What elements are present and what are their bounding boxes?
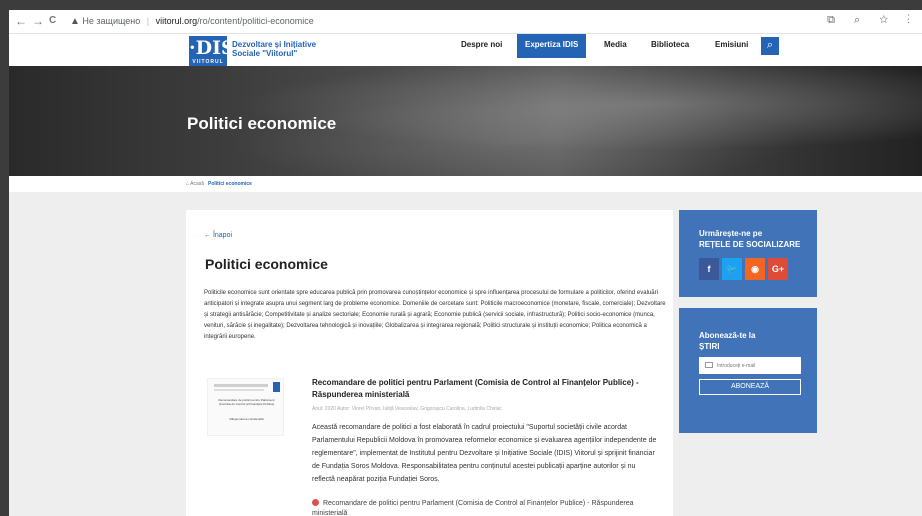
pdf-icon bbox=[312, 499, 319, 506]
site-header: ·DIS· VIITORUL Dezvoltare și Inițiative … bbox=[9, 34, 922, 69]
forward-nav-icon[interactable]: → bbox=[32, 14, 44, 28]
menu-item-despre[interactable]: Despre noi bbox=[461, 40, 502, 49]
address-bar[interactable]: ▲ Не защищено | viitorul.org/ro/content/… bbox=[70, 16, 314, 27]
idis-logo[interactable]: ·DIS· VIITORUL bbox=[189, 36, 241, 69]
thumbnail-title: Recomandare de politici pentru Parlament… bbox=[218, 398, 275, 406]
logo-tag bbox=[273, 382, 280, 392]
breadcrumb-current: Politici economice bbox=[208, 181, 252, 187]
publication-thumbnail[interactable]: Recomandare de politici pentru Parlament… bbox=[207, 378, 284, 436]
url-path: /ro/content/politici-economice bbox=[197, 16, 314, 26]
menu-item-expertiza[interactable]: Expertiza IDIS bbox=[517, 34, 587, 58]
page-title: Politici economice bbox=[205, 256, 328, 272]
rss-icon[interactable]: ◉ bbox=[745, 258, 765, 280]
subscribe-title: Abonează-te la ȘTIRI bbox=[699, 331, 756, 351]
warning-icon: ▲ bbox=[70, 16, 80, 27]
search-button[interactable]: ⌕ bbox=[761, 37, 779, 55]
publication-description: Această recomandare de politici a fost e… bbox=[312, 424, 657, 483]
twitter-icon[interactable]: 🐦 bbox=[722, 258, 742, 280]
publication-meta: Anul: 2020 Autor: Viorel Pîrvan, Iuliță … bbox=[312, 406, 502, 412]
email-input[interactable]: Introduceți e-mail bbox=[699, 357, 801, 374]
subscribe-widget: Abonează-te la ȘTIRI Introduceți e-mail … bbox=[679, 308, 817, 433]
security-label: Не защищено bbox=[82, 16, 141, 26]
publication-title[interactable]: Recomandare de politici pentru Parlament… bbox=[312, 377, 642, 401]
breadcrumb-home[interactable]: ⌂ Acasă bbox=[186, 181, 204, 187]
facebook-icon[interactable]: f bbox=[699, 258, 719, 280]
hero-title: Politici economice bbox=[187, 114, 337, 133]
menu-item-emisiuni[interactable]: Emisiuni bbox=[715, 40, 748, 49]
browser-actions-icons[interactable]: ⧉ ⌕ ☆ ⋮ bbox=[827, 14, 918, 27]
reload-icon[interactable]: C bbox=[49, 15, 56, 26]
subscribe-button[interactable]: ABONEAZĂ bbox=[699, 379, 801, 395]
google-plus-icon[interactable]: G+ bbox=[768, 258, 788, 280]
thumbnail-subtitle: Răspunderea ministerială bbox=[229, 417, 264, 421]
hero-banner: Politici economice bbox=[9, 66, 922, 176]
intro-text: Politicile economice sunt orientate spre… bbox=[204, 290, 666, 340]
brand-line-1: Dezvoltare și Inițiative bbox=[232, 40, 317, 49]
back-nav-icon[interactable]: ← bbox=[15, 14, 27, 28]
social-widget: Urmărește-ne pe REȚELE DE SOCIALIZARE f … bbox=[679, 210, 817, 297]
menu-item-biblioteca[interactable]: Biblioteca bbox=[651, 40, 689, 49]
url-domain: viitorul.org bbox=[155, 16, 198, 26]
pdf-download-link[interactable]: Recomandare de politici pentru Parlament… bbox=[312, 499, 660, 516]
logo-subtext: VIITORUL bbox=[192, 59, 224, 65]
browser-toolbar: ← → C ▲ Не защищено | viitorul.org/ro/co… bbox=[9, 10, 922, 34]
pdf-link-text: Recomandare de politici pentru Parlament… bbox=[312, 500, 634, 516]
back-link[interactable]: ← Înapoi bbox=[204, 232, 232, 239]
email-placeholder: Introduceți e-mail bbox=[717, 363, 756, 369]
social-title: Urmărește-ne pe REȚELE DE SOCIALIZARE bbox=[699, 229, 801, 249]
web-page: ·DIS· VIITORUL Dezvoltare și Inițiative … bbox=[9, 34, 922, 516]
brand-line-2: Sociale "Viitorul" bbox=[232, 49, 298, 58]
content-card: ← Înapoi Politici economice Politicile e… bbox=[186, 210, 673, 516]
breadcrumb: ⌂ Acasă Politici economice bbox=[9, 176, 922, 192]
envelope-icon bbox=[705, 362, 713, 368]
brand-name[interactable]: Dezvoltare și Inițiative Sociale "Viitor… bbox=[232, 40, 316, 58]
menu-item-media[interactable]: Media bbox=[604, 40, 627, 49]
search-icon: ⌕ bbox=[766, 39, 774, 51]
